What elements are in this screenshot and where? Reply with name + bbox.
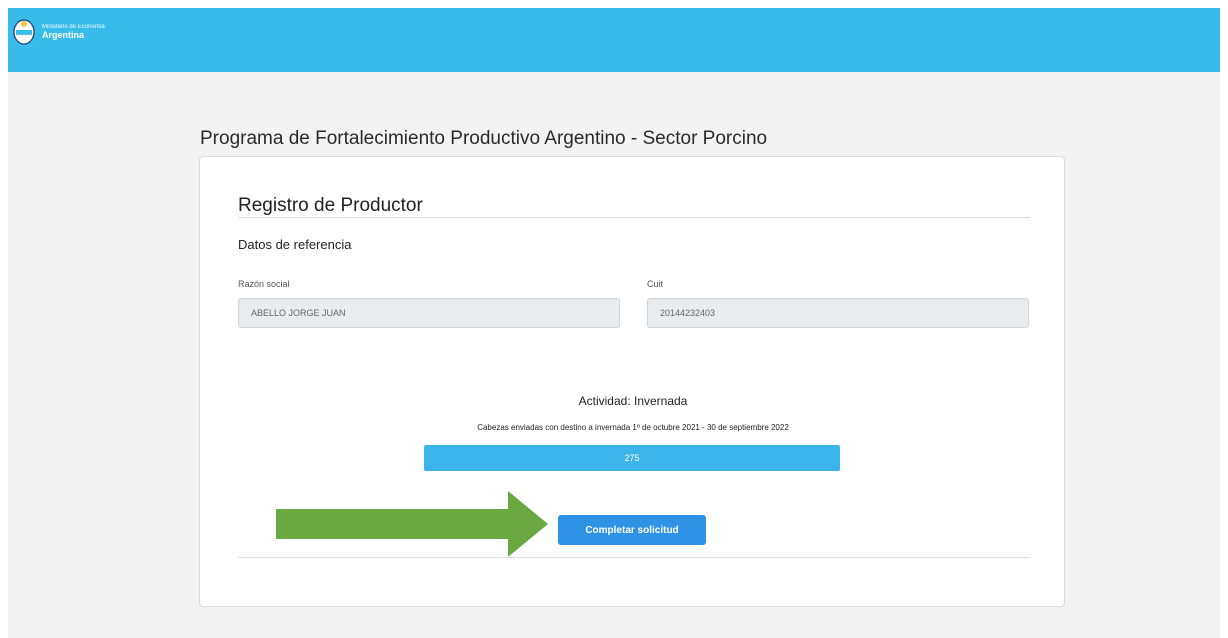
heads-progress-bar: 275: [424, 445, 840, 471]
activity-description: Cabezas enviadas con destino a invernada…: [477, 423, 789, 432]
page-frame: Ministerio de Economía Argentina Program…: [8, 8, 1220, 638]
coat-of-arms-icon: [13, 19, 35, 45]
razon-social-label: Razón social: [238, 279, 290, 289]
complete-request-button[interactable]: Completar solicitud: [558, 515, 706, 545]
ministry-logo[interactable]: Ministerio de Economía Argentina: [12, 18, 105, 46]
cuit-label: Cuit: [647, 279, 664, 289]
heads-progress-value: 275: [424, 445, 840, 471]
activity-title: Actividad: Invernada: [578, 394, 688, 408]
section-title: Registro de Productor: [238, 195, 423, 216]
subsection-title: Datos de referencia: [238, 237, 352, 252]
header-bar: Ministerio de Economía Argentina: [8, 8, 1220, 72]
page-title: Programa de Fortalecimiento Productivo A…: [200, 128, 768, 149]
green-arrow-icon: [276, 491, 548, 557]
footer-divider: [238, 557, 1030, 558]
razon-social-field[interactable]: [238, 298, 620, 328]
section-divider: [238, 217, 1030, 218]
country-name: Argentina: [42, 30, 85, 40]
cuit-field[interactable]: [647, 298, 1029, 328]
ministry-name: Ministerio de Economía: [42, 24, 105, 30]
